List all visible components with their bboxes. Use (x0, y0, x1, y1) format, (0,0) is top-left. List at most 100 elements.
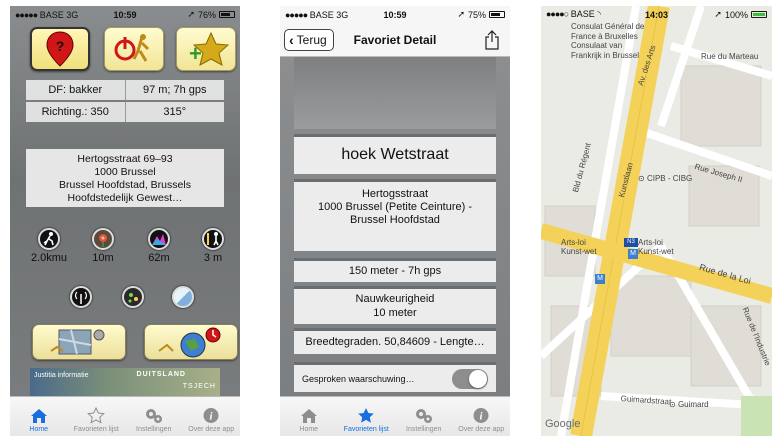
house-icon (300, 409, 317, 423)
location-pin-button[interactable]: ? (30, 27, 90, 71)
accuracy-title: Nauwkeurigheid (355, 293, 435, 305)
map-strip-country: DUITSLAND (136, 371, 186, 378)
bearing-value: 315° (163, 106, 187, 118)
address-line: 1000 Brussel (Petite Ceinture) - (317, 201, 473, 213)
tab-label: Home (29, 426, 49, 433)
map-strip-caption: Justitia informatie (34, 372, 89, 379)
destination-row: DF: bakker 97 m; 7h gps (26, 80, 224, 100)
metro-icon[interactable]: M (595, 274, 605, 284)
direction-row: Richting.: 350 315° (26, 102, 224, 122)
destination-distance: 97 m; 7h gps (142, 84, 207, 96)
voice-warning-label: Gesproken waarschuwing… (302, 374, 415, 384)
status-bar: ●●●●● BASE 3G 10:59 ➚ 76% (10, 6, 240, 23)
favorite-detail-screen: ●●●●● BASE 3G 10:59 ➚ 75% ‹ Terug Favorie… (280, 6, 510, 436)
tab-label: Instellingen (136, 426, 172, 433)
house-icon (30, 409, 47, 423)
add-star-icon: + (189, 31, 230, 66)
background-texture (294, 57, 496, 129)
metro-station-label: Arts-loi Kunst-wet (638, 238, 674, 256)
tab-favorites[interactable]: Favorieten lijst (338, 397, 396, 436)
clock: 10:59 (113, 9, 137, 20)
runner-icon[interactable] (38, 228, 60, 250)
battery-icon (489, 11, 505, 18)
compass-icon[interactable] (172, 286, 194, 308)
satellite-icon[interactable] (122, 286, 144, 308)
svg-text:?: ? (56, 38, 65, 54)
accuracy-label: 3 m (203, 252, 223, 264)
destination-name: DF: bakker (26, 80, 126, 100)
status-bar: ●●●●○ BASE ◝ 14:03 ➚ 100% (541, 6, 772, 23)
flower-icon[interactable] (92, 228, 114, 250)
star-icon (358, 408, 375, 423)
clock: 10:59 (383, 9, 407, 20)
tab-label: Home (299, 426, 319, 433)
favorite-name: hoek Wetstraat (294, 134, 496, 174)
gps-walker-icon[interactable] (202, 228, 224, 250)
current-address: Hertogsstraat 69–93 1000 Brussel Brussel… (26, 149, 224, 207)
poi-icon: ⊙ (638, 174, 645, 183)
map-route-button[interactable] (32, 324, 126, 360)
tab-about[interactable]: i Over deze app (183, 397, 241, 436)
distance-info: 150 meter - 7h gps (294, 258, 496, 282)
nav-bar: ‹ Terug Favoriet Detail (280, 23, 510, 57)
map-canvas[interactable] (541, 6, 772, 436)
google-logo: Google (545, 418, 581, 430)
voice-warning-row: Gesproken waarschuwing… (294, 362, 496, 392)
coordinates: Breedtegraden. 50,84609 - Lengte… (294, 328, 496, 354)
tab-home[interactable]: Home (10, 397, 68, 436)
tab-favorites[interactable]: Favorieten lijst (68, 397, 126, 436)
gears-icon (145, 409, 162, 423)
add-favorite-button[interactable]: + (176, 27, 236, 71)
tab-settings[interactable]: Instellingen (125, 397, 183, 436)
tab-bar: Home Favorieten lijst Instellingen i Ove… (280, 396, 510, 436)
speed-label: 2.0kmu (30, 252, 68, 264)
map-strip[interactable]: Justitia informatie DUITSLAND TSJECH (30, 368, 220, 398)
battery-icon (219, 11, 235, 18)
metro-icon[interactable]: M (628, 249, 638, 259)
metro-line-badge: N3 (624, 238, 638, 247)
consulate-label: Consulat Général de France à Bruxelles C… (571, 22, 645, 60)
back-label: Terug (296, 33, 327, 47)
precision-label: 10m (92, 252, 114, 264)
share-icon[interactable] (484, 30, 500, 50)
back-button[interactable]: ‹ Terug (284, 29, 334, 51)
tab-home[interactable]: Home (280, 397, 338, 436)
tab-bar: Home Favorieten lijst Instellingen i Ove… (10, 396, 240, 436)
home-screen: ●●●●● BASE 3G 10:59 ➚ 76% ? + DF: bakker … (10, 6, 240, 436)
globe-navigation-icon (158, 327, 221, 358)
accuracy-info: Nauwkeurigheid 10 meter (294, 286, 496, 324)
tab-label: Instellingen (406, 426, 442, 433)
info-icon: i (203, 408, 219, 423)
metro-station-label: Arts-loi Kunst-wet (561, 238, 597, 256)
address-line: Hoofdstedelijk Gewest… (67, 192, 183, 204)
star-icon (87, 407, 106, 424)
address-line: Brussel Hoofdstad, Brussels (59, 179, 191, 191)
poi-label: ⊙ CIPB - CIBG (638, 174, 693, 183)
antenna-icon[interactable] (70, 286, 92, 308)
tab-label: Over deze app (188, 426, 235, 433)
poi-icon: ⊙ (669, 400, 676, 409)
altitude-label: 62m (148, 252, 170, 264)
clock: 14:03 (644, 9, 669, 20)
address-line: Hertogsstraat 69–93 (77, 153, 173, 165)
gears-icon (415, 409, 432, 423)
address-line: Brussel Hoofdstad (350, 214, 440, 226)
poi-label: ⊙ Guimard (669, 400, 709, 409)
tab-settings[interactable]: Instellingen (395, 397, 453, 436)
voice-warning-toggle[interactable] (452, 369, 488, 389)
direction-value: Richting.: 350 (26, 102, 126, 122)
tab-about[interactable]: i Over deze app (453, 397, 511, 436)
power-walker-icon (114, 34, 150, 62)
tab-label: Over deze app (458, 426, 505, 433)
favorite-address: Hertogsstraat 1000 Brussel (Petite Ceint… (294, 179, 496, 251)
altitude-chart-icon[interactable] (148, 228, 170, 250)
map-screen[interactable]: ●●●●○ BASE ◝ 14:03 ➚ 100% Consulat Généra… (541, 6, 772, 436)
tab-label: Favorieten lijst (343, 426, 389, 433)
map-strip-country-2: TSJECH (182, 383, 216, 390)
street-label: Rue du Marteau (701, 52, 759, 61)
page-title: Favoriet Detail (353, 32, 437, 47)
power-walk-button[interactable] (104, 27, 164, 71)
navigation-button[interactable] (144, 324, 238, 360)
accuracy-value: 10 meter (373, 307, 417, 319)
status-bar: ●●●●● BASE 3G 10:59 ➚ 75% (280, 6, 510, 23)
